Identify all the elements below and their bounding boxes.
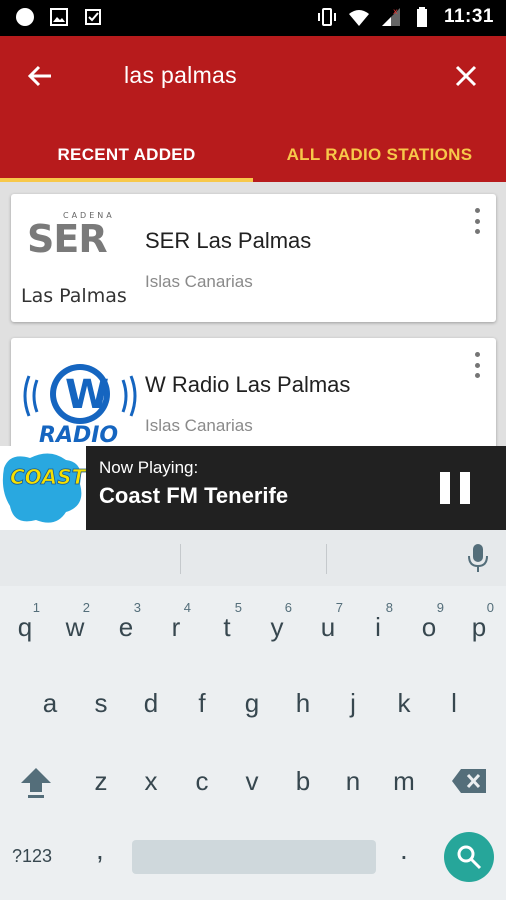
key-l[interactable]: l [429, 672, 479, 734]
station-region: Islas Canarias [145, 272, 253, 291]
close-icon[interactable] [448, 58, 484, 94]
tab-bar: RECENT ADDED ALL RADIO STATIONS [0, 128, 506, 182]
key-p[interactable]: p0 [454, 596, 504, 658]
key-v[interactable]: v [227, 750, 277, 812]
station-card[interactable]: W RADIO W Radio Las Palmas Islas Canaria… [11, 338, 496, 446]
keyboard-row-3: z x c v b n m [0, 750, 506, 812]
key-d[interactable]: d [126, 672, 176, 734]
coast-fm-logo: COAST FM [0, 446, 86, 530]
svg-text:x: x [393, 7, 398, 16]
key-x[interactable]: x [126, 750, 176, 812]
key-f[interactable]: f [177, 672, 227, 734]
clock: 11:31 [443, 6, 494, 27]
logo-w-text: W [65, 372, 109, 418]
key-k[interactable]: k [379, 672, 429, 734]
comma-key[interactable]: , [96, 834, 104, 866]
station-list: CADENA SER Las Palmas SER Las Palmas Isl… [0, 182, 506, 446]
status-bar: x 11:31 [0, 0, 506, 36]
station-region: Islas Canarias [145, 416, 253, 435]
key-s[interactable]: s [76, 672, 126, 734]
logo-brand-text: SER [27, 217, 107, 261]
arrow-left-icon[interactable] [22, 58, 58, 94]
station-name: W Radio Las Palmas [145, 372, 351, 397]
key-q[interactable]: q1 [0, 596, 50, 658]
shift-icon[interactable] [11, 750, 61, 812]
logo-radio-text: RADIO [39, 423, 118, 446]
pause-icon[interactable] [440, 472, 470, 504]
logo-text: COAST FM [10, 465, 86, 489]
now-playing-title: Coast FM Tenerife [99, 483, 289, 508]
image-icon [48, 6, 70, 28]
key-t[interactable]: t5 [202, 596, 252, 658]
key-i[interactable]: i8 [353, 596, 403, 658]
wifi-icon [348, 6, 370, 28]
station-name: SER Las Palmas [145, 228, 312, 253]
key-c[interactable]: c [177, 750, 227, 812]
more-vert-icon[interactable] [472, 352, 482, 378]
now-playing-label: Now Playing: [99, 458, 199, 477]
key-o[interactable]: o9 [404, 596, 454, 658]
app-bar: las palmas RECENT ADDED ALL RADIO STATIO… [0, 36, 506, 182]
key-b[interactable]: b [278, 750, 328, 812]
more-vert-icon[interactable] [472, 208, 482, 234]
checkmark-task-icon [82, 6, 104, 28]
key-e[interactable]: e3 [101, 596, 151, 658]
circle-notification-icon [14, 6, 36, 28]
logo-city-text: Las Palmas [21, 285, 127, 307]
now-playing-bar[interactable]: COAST FM Now Playing: Coast FM Tenerife [0, 446, 506, 530]
search-query[interactable]: las palmas [124, 62, 237, 89]
key-r[interactable]: r4 [151, 596, 201, 658]
signal-icon: x [380, 6, 402, 28]
key-h[interactable]: h [278, 672, 328, 734]
keyboard-row-2: a s d f g h j k l [0, 672, 506, 734]
key-z[interactable]: z [76, 750, 126, 812]
battery-icon [412, 6, 434, 28]
key-j[interactable]: j [328, 672, 378, 734]
backspace-icon[interactable] [444, 750, 494, 812]
keyboard-row-1: q1 w2 e3 r4 t5 y6 u7 i8 o9 p0 [0, 596, 506, 658]
vibrate-icon [316, 6, 338, 28]
key-u[interactable]: u7 [303, 596, 353, 658]
tab-recent-added[interactable]: RECENT ADDED [0, 128, 253, 182]
key-y[interactable]: y6 [252, 596, 302, 658]
key-n[interactable]: n [328, 750, 378, 812]
key-m[interactable]: m [379, 750, 429, 812]
search-icon[interactable] [444, 832, 494, 882]
station-card[interactable]: CADENA SER Las Palmas SER Las Palmas Isl… [11, 194, 496, 322]
ser-logo: CADENA SER Las Palmas [19, 202, 141, 314]
tab-all-radio-stations[interactable]: ALL RADIO STATIONS [253, 128, 506, 182]
period-key[interactable]: . [400, 834, 408, 866]
symbols-key[interactable]: ?123 [12, 846, 52, 867]
key-w[interactable]: w2 [50, 596, 100, 658]
key-a[interactable]: a [25, 672, 75, 734]
space-bar[interactable] [132, 840, 376, 874]
key-g[interactable]: g [227, 672, 277, 734]
suggestion-strip[interactable] [0, 530, 506, 586]
w-radio-logo: W RADIO [19, 346, 141, 446]
microphone-icon[interactable] [464, 542, 492, 574]
soft-keyboard: q1 w2 e3 r4 t5 y6 u7 i8 o9 p0 a s d f g … [0, 530, 506, 900]
